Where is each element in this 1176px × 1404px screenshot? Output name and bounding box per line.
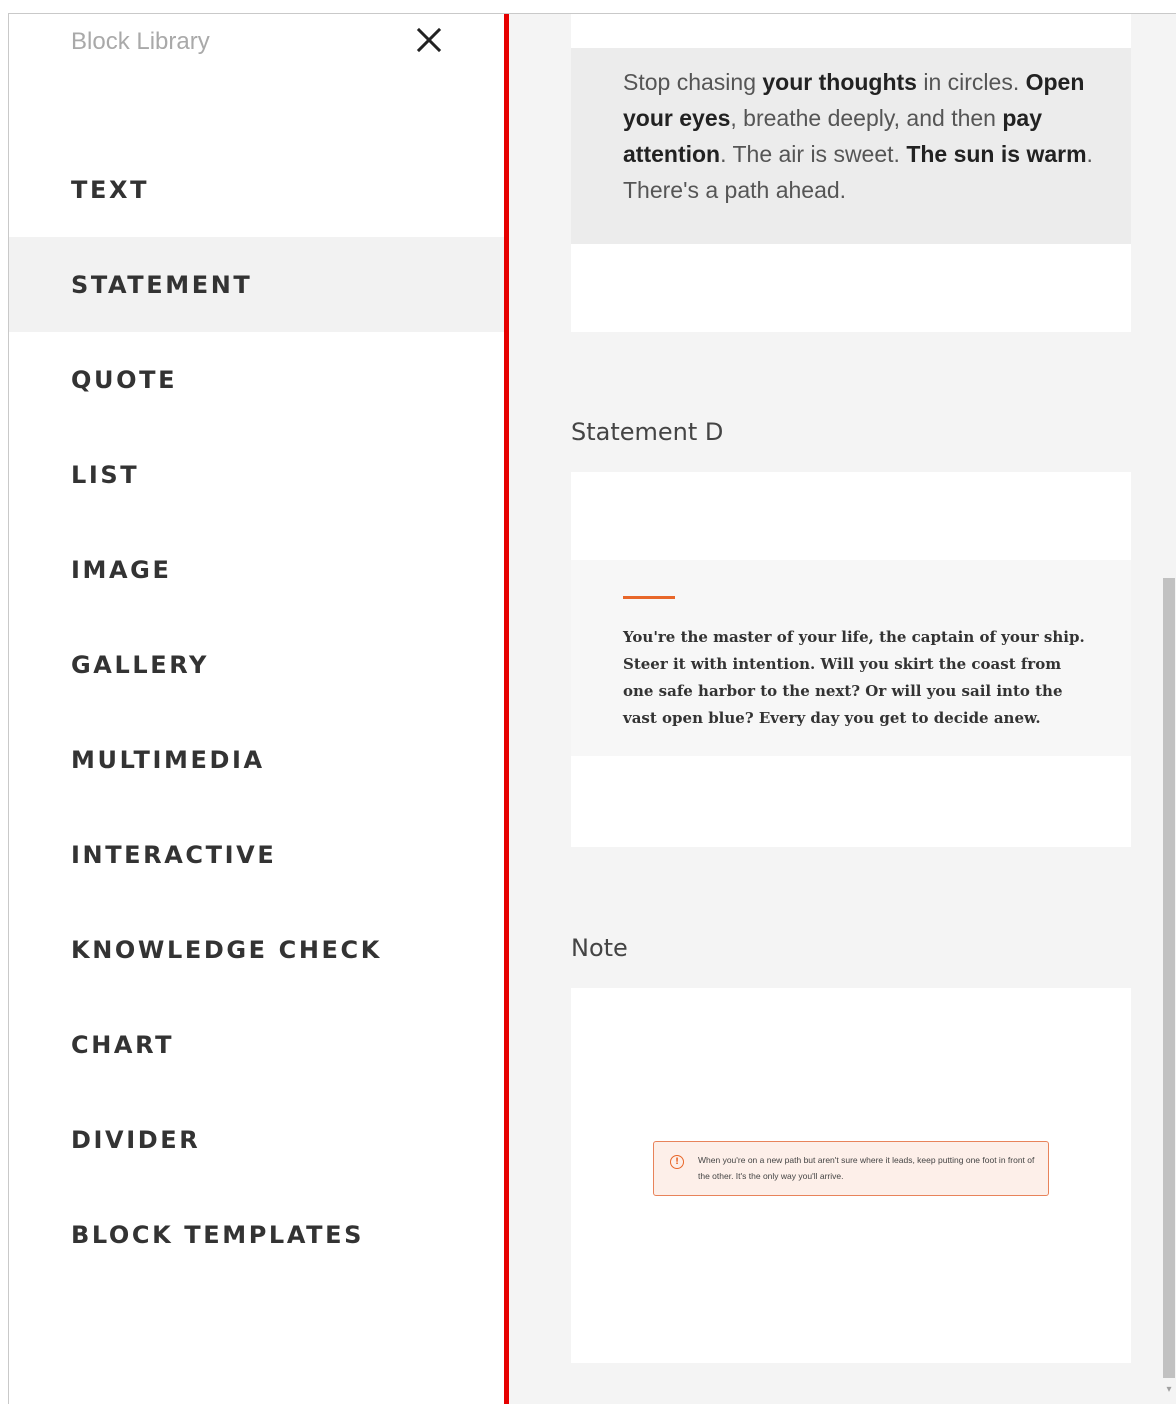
statement-segment: . The air is sweet. <box>720 141 907 167</box>
menu-item-label: CHART <box>71 1030 175 1059</box>
close-icon <box>416 27 442 53</box>
statement-d-label: Statement D <box>571 418 724 446</box>
statement-preview-text: Stop chasing your thoughts in circles. O… <box>623 64 1103 208</box>
info-icon: ! <box>670 1155 684 1169</box>
menu-item-image[interactable]: IMAGE <box>9 522 504 617</box>
menu-item-list[interactable]: LIST <box>9 427 504 522</box>
menu-item-multimedia[interactable]: MULTIMEDIA <box>9 712 504 807</box>
scroll-down-arrow-icon[interactable]: ▾ <box>1164 1385 1174 1395</box>
statement-segment: The sun is warm <box>906 141 1087 167</box>
menu-item-interactive[interactable]: INTERACTIVE <box>9 807 504 902</box>
note-callout: ! When you're on a new path but aren't s… <box>653 1141 1049 1196</box>
menu-item-knowledge-check[interactable]: KNOWLEDGE CHECK <box>9 902 504 997</box>
scrollbar-thumb[interactable] <box>1163 578 1175 1378</box>
accent-rule <box>623 596 675 599</box>
note-preview-card[interactable]: ! When you're on a new path but aren't s… <box>571 988 1131 1363</box>
statement-preview-card[interactable]: Stop chasing your thoughts in circles. O… <box>571 14 1131 332</box>
menu-item-quote[interactable]: QUOTE <box>9 332 504 427</box>
menu-item-statement[interactable]: STATEMENT <box>9 237 504 332</box>
statement-segment: , breathe deeply, and then <box>730 105 1003 131</box>
menu-item-label: STATEMENT <box>71 270 253 299</box>
statement-d-band: You're the master of your life, the capt… <box>571 560 1131 756</box>
menu-item-label: LIST <box>71 460 140 489</box>
block-library-sidebar: Block Library TEXT STATEMENT QUOTE LIST … <box>9 14 504 1404</box>
menu-item-label: GALLERY <box>71 650 210 679</box>
menu-item-label: IMAGE <box>71 555 172 584</box>
block-category-menu: TEXT STATEMENT QUOTE LIST IMAGE GALLERY … <box>9 142 504 1282</box>
menu-item-block-templates[interactable]: BLOCK TEMPLATES <box>9 1187 504 1282</box>
note-text: When you're on a new path but aren't sur… <box>698 1155 1035 1181</box>
statement-d-preview-card[interactable]: You're the master of your life, the capt… <box>571 472 1131 847</box>
menu-item-label: INTERACTIVE <box>71 840 277 869</box>
menu-item-label: QUOTE <box>71 365 178 394</box>
menu-item-label: DIVIDER <box>71 1125 201 1154</box>
menu-item-label: MULTIMEDIA <box>71 745 265 774</box>
menu-item-label: BLOCK TEMPLATES <box>71 1220 364 1249</box>
menu-item-label: KNOWLEDGE CHECK <box>71 935 382 964</box>
menu-item-chart[interactable]: CHART <box>9 997 504 1092</box>
statement-preview-band: Stop chasing your thoughts in circles. O… <box>571 48 1131 244</box>
statement-segment: in circles. <box>916 69 1026 95</box>
menu-item-divider[interactable]: DIVIDER <box>9 1092 504 1187</box>
sidebar-title: Block Library <box>71 28 210 55</box>
menu-item-gallery[interactable]: GALLERY <box>9 617 504 712</box>
block-preview-pane: Stop chasing your thoughts in circles. O… <box>509 14 1162 1404</box>
menu-item-text[interactable]: TEXT <box>9 142 504 237</box>
note-label: Note <box>571 934 628 962</box>
close-button[interactable] <box>413 24 445 56</box>
statement-segment: Stop chasing <box>623 69 763 95</box>
menu-item-label: TEXT <box>71 175 150 204</box>
statement-segment: your thoughts <box>762 69 917 95</box>
statement-d-text: You're the master of your life, the capt… <box>623 628 1085 727</box>
